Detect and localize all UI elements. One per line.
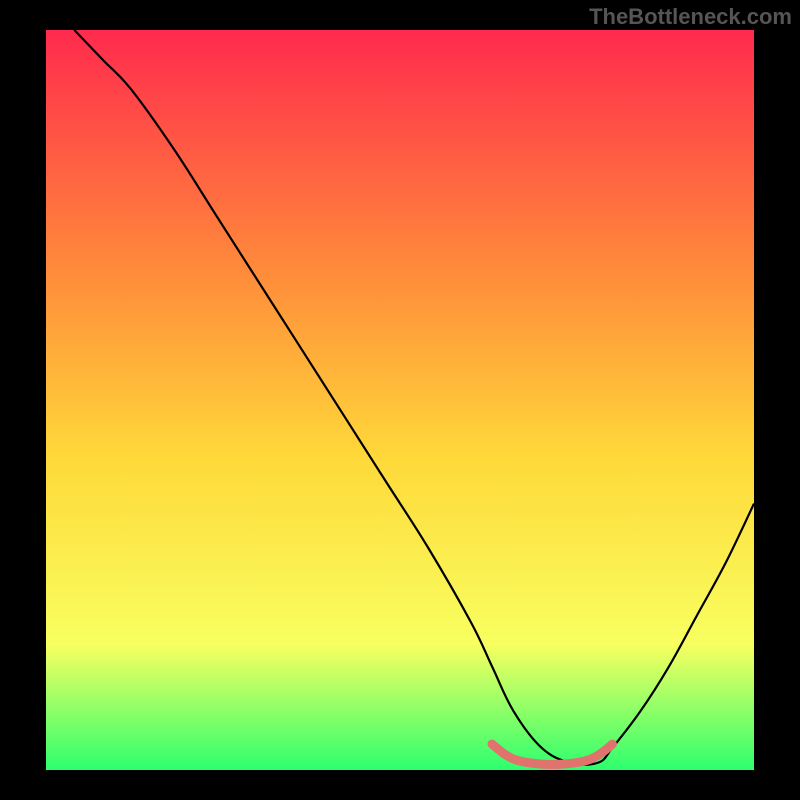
gradient-background bbox=[46, 30, 754, 770]
chart-svg bbox=[46, 30, 754, 770]
watermark-text: TheBottleneck.com bbox=[589, 4, 792, 30]
chart-area bbox=[46, 30, 754, 770]
